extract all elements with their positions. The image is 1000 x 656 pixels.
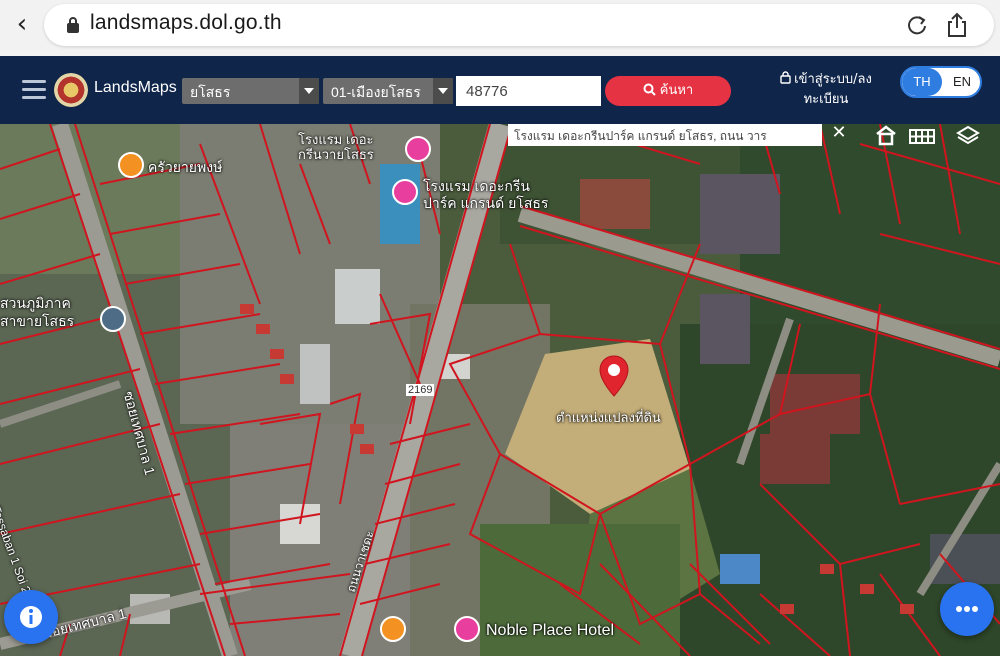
back-button[interactable]: ‹ (8, 8, 36, 40)
login-link[interactable]: เข้าสู่ระบบ/ลงทะเบียน (770, 70, 882, 110)
restaurant-icon[interactable] (118, 152, 144, 178)
parcel-number-input[interactable] (456, 76, 601, 106)
label-route-2169: 2169 (406, 384, 435, 396)
search-label: ค้นหา (659, 83, 694, 98)
district-value: 01-เมืองยโสธร (331, 84, 421, 100)
hotel-icon[interactable] (392, 179, 418, 205)
district-select[interactable]: 01-เมืองยโสธร (323, 78, 453, 104)
more-icon (956, 606, 978, 612)
location-marker-icon[interactable] (597, 354, 631, 398)
layers-icon[interactable] (956, 124, 980, 148)
reload-icon[interactable] (906, 14, 928, 36)
map-view[interactable]: โรงแรม เดอะกรีนปาร์ค แกรนด์ ยโสธร, ถนน ว… (0, 124, 1000, 656)
chevron-down-icon (299, 78, 319, 104)
label-parcel-location: ตำแหน่งแปลงที่ดิน (556, 410, 661, 425)
address-bar[interactable]: landsmaps.dol.go.th (44, 4, 994, 46)
department-logo (54, 73, 88, 107)
label-park: สวนภูมิภาค สาขายโสธร (0, 295, 75, 329)
close-icon[interactable]: ✕ (828, 124, 850, 143)
label-hotel-top: โรงแรม เดอะ กรีนวายโสธร (298, 132, 374, 162)
lock-icon (780, 71, 791, 84)
lang-th-option[interactable]: TH (902, 68, 942, 96)
browser-toolbar: ‹ landsmaps.dol.go.th (0, 0, 1000, 54)
lock-icon (67, 17, 79, 33)
label-hotel-green-park: โรงแรม เดอะกรีน ปาร์ค แกรนด์ ยโสธร (423, 178, 549, 211)
grid-icon[interactable] (908, 124, 936, 148)
hotel-icon[interactable] (454, 616, 480, 642)
app-header: LandsMaps ยโสธร 01-เมืองยโสธร ค้นหา เข้า… (0, 56, 1000, 124)
language-toggle[interactable]: TH EN (900, 66, 982, 98)
map-search-result[interactable]: โรงแรม เดอะกรีนปาร์ค แกรนด์ ยโสธร, ถนน ว… (508, 124, 822, 146)
login-label: เข้าสู่ระบบ/ลงทะเบียน (794, 72, 872, 107)
province-select[interactable]: ยโสธร (182, 78, 319, 104)
label-noble-place: Noble Place Hotel (486, 622, 615, 639)
share-icon[interactable] (946, 12, 968, 38)
house-icon[interactable] (874, 124, 898, 148)
info-button[interactable] (4, 590, 58, 644)
chevron-down-icon (433, 78, 453, 104)
province-value: ยโสธร (190, 84, 231, 100)
menu-icon[interactable] (22, 80, 46, 100)
more-options-button[interactable] (940, 582, 994, 636)
government-icon[interactable] (100, 306, 126, 332)
label-restaurant: ครัวยายพงษ์ (148, 159, 223, 175)
hotel-icon[interactable] (405, 136, 431, 162)
info-icon (20, 606, 42, 628)
url-text: landsmaps.dol.go.th (90, 11, 282, 34)
restaurant-icon[interactable] (380, 616, 406, 642)
lang-en-option[interactable]: EN (942, 68, 980, 96)
search-button[interactable]: ค้นหา (605, 76, 731, 106)
brand-name: LandsMaps (94, 79, 177, 96)
search-icon (643, 83, 656, 96)
